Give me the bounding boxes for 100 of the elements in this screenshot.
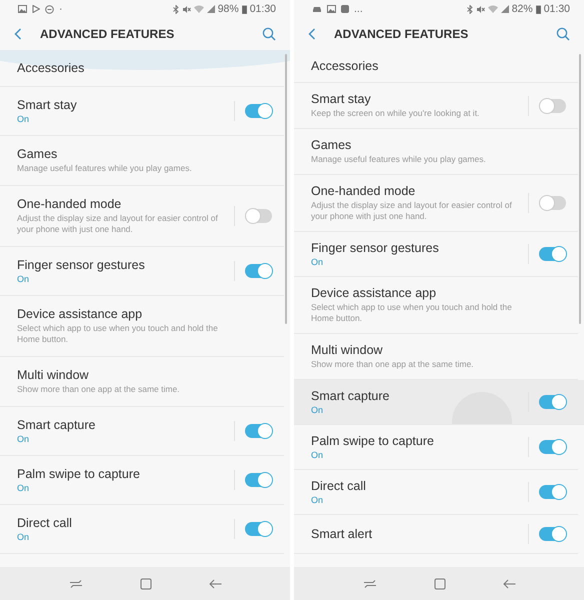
setting-row[interactable]: Games Manage useful features while you play games. [294, 129, 578, 175]
setting-row[interactable]: Device assistance app Select which app to use when you touch and hold the Home button. [294, 277, 578, 334]
recent-apps-icon [68, 578, 82, 588]
clock: 01:30 [544, 3, 570, 15]
setting-title: Direct call [311, 479, 367, 493]
setting-row[interactable]: Smart capture On [294, 380, 584, 425]
mute-icon [476, 4, 485, 14]
setting-title: Smart stay [17, 98, 78, 112]
setting-row[interactable]: Device assistance app Select which app to use when you touch and hold the Home button. [0, 296, 284, 357]
setting-status: On [311, 495, 324, 505]
setting-row[interactable]: Accessories [294, 50, 578, 83]
picture-icon [327, 5, 336, 13]
setting-description: Manage useful features while you play games. [311, 154, 487, 165]
battery-icon [242, 4, 247, 14]
toggle-switch[interactable] [245, 522, 272, 536]
setting-title: One-handed mode [17, 197, 122, 211]
setting-row[interactable]: One-handed mode Adjust the display size and layout for easier control of your phone with just one hand. [0, 186, 284, 247]
setting-description: Select which app to use when you touch and hold the Home button. [311, 302, 513, 324]
battery-percent: 98% [218, 3, 239, 15]
back-arrow-icon [208, 578, 222, 588]
setting-row[interactable]: Finger sensor gestures On [0, 247, 284, 296]
setting-title: One-handed mode [311, 184, 416, 198]
picture-icon [18, 5, 27, 13]
battery-icon [536, 4, 541, 14]
toggle-switch[interactable] [245, 264, 272, 278]
search-icon [262, 27, 276, 41]
setting-status: On [311, 450, 324, 460]
setting-row[interactable]: Smart stay Keep the screen on while you're looking at it. [294, 83, 578, 129]
setting-title: Multi window [311, 343, 384, 357]
toggle-switch[interactable] [539, 98, 566, 112]
toggle-switch[interactable] [539, 247, 566, 261]
setting-status: On [17, 532, 30, 542]
toggle-switch[interactable] [245, 104, 272, 118]
home-icon [140, 578, 152, 590]
setting-title: Direct call [17, 516, 73, 530]
battery-percent: 82% [512, 3, 533, 15]
setting-row[interactable]: One-handed mode Adjust the display size and layout for easier control of your phone with just one hand. [294, 175, 578, 232]
setting-title: Finger sensor gestures [17, 258, 146, 272]
more-notifications: ... [354, 3, 363, 15]
search-icon [556, 27, 570, 41]
wifi-icon [488, 5, 498, 13]
setting-title: Palm swipe to capture [311, 434, 435, 448]
setting-title: Multi window [17, 368, 90, 382]
setting-title: Smart alert [311, 527, 374, 541]
setting-description: Keep the screen on while you're looking at it. [311, 108, 480, 119]
setting-row[interactable]: Smart capture On [0, 407, 284, 456]
clock: 01:30 [250, 3, 276, 15]
setting-row[interactable]: Direct call On [0, 505, 284, 554]
setting-status: On [311, 257, 324, 267]
setting-title: Device assistance app [311, 286, 438, 300]
setting-title: Games [311, 138, 352, 152]
mute-icon [182, 4, 191, 14]
toggle-switch[interactable] [539, 440, 566, 454]
setting-row[interactable]: Accessories [0, 50, 284, 87]
wifi-icon [194, 5, 204, 13]
setting-row[interactable]: Smart alert [294, 515, 578, 554]
setting-row[interactable]: Games Manage useful features while you play games. [0, 136, 284, 186]
app-icon [341, 5, 349, 13]
setting-title: Smart capture [17, 418, 97, 432]
setting-row[interactable]: Smart stay On [0, 87, 284, 136]
more-notifications: · [59, 3, 62, 15]
setting-status: On [17, 483, 30, 493]
setting-status: On [311, 405, 324, 415]
toggle-switch[interactable] [539, 196, 566, 210]
setting-row[interactable]: Palm swipe to capture On [0, 456, 284, 505]
home-icon [434, 578, 446, 590]
setting-title: Accessories [311, 59, 380, 73]
play-icon [32, 5, 40, 13]
toggle-switch[interactable] [245, 473, 272, 487]
setting-title: Games [17, 147, 58, 161]
toggle-switch[interactable] [539, 395, 566, 409]
setting-status: On [17, 274, 30, 284]
toggle-switch[interactable] [245, 209, 272, 223]
signal-icon [500, 5, 509, 13]
signal-icon [206, 5, 215, 13]
setting-row[interactable]: Multi window Show more than one app at the same time. [0, 357, 284, 407]
setting-status: On [17, 114, 30, 124]
toggle-switch[interactable] [539, 485, 566, 499]
setting-title: Smart stay [311, 92, 372, 106]
setting-row[interactable]: Direct call On [294, 470, 578, 515]
recent-apps-icon [362, 578, 376, 588]
setting-description: Select which app to use when you touch and hold the Home button. [17, 323, 219, 345]
car-icon [312, 5, 322, 13]
setting-row[interactable]: Finger sensor gestures On [294, 232, 578, 277]
toggle-switch[interactable] [539, 527, 566, 541]
setting-description: Show more than one app at the same time. [17, 384, 181, 395]
toggle-switch[interactable] [245, 424, 272, 438]
setting-row[interactable]: Palm swipe to capture On [294, 425, 578, 470]
page-title: ADVANCED FEATURES [334, 27, 470, 41]
back-arrow-icon [502, 578, 516, 588]
bluetooth-icon [466, 4, 473, 14]
setting-title: Smart capture [311, 389, 391, 403]
setting-title: Finger sensor gestures [311, 241, 440, 255]
setting-title: Palm swipe to capture [17, 467, 141, 481]
setting-description: Show more than one app at the same time. [311, 359, 475, 370]
setting-title: Device assistance app [17, 307, 144, 321]
do-not-disturb-icon [45, 4, 54, 14]
setting-description: Adjust the display size and layout for easier control of your phone with just one hand. [17, 213, 219, 235]
setting-title: Accessories [17, 61, 86, 75]
setting-status: On [17, 434, 30, 444]
